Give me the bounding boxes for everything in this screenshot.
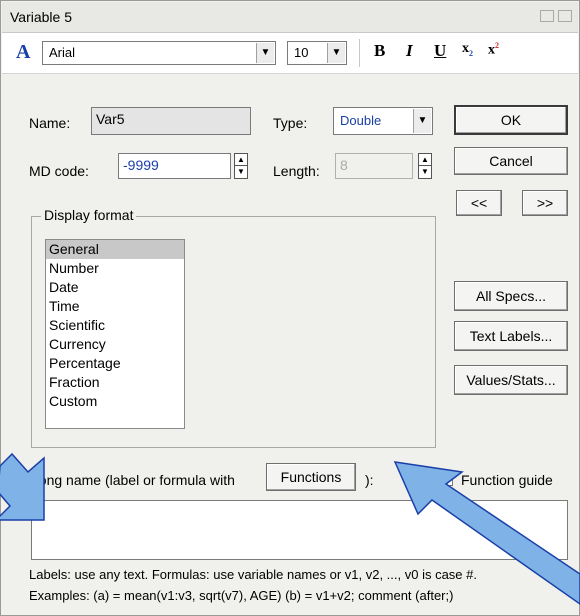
- right-arrow-icon: [393, 461, 580, 605]
- left-arrow-icon: [0, 452, 45, 521]
- annotation-arrows: [0, 452, 580, 605]
